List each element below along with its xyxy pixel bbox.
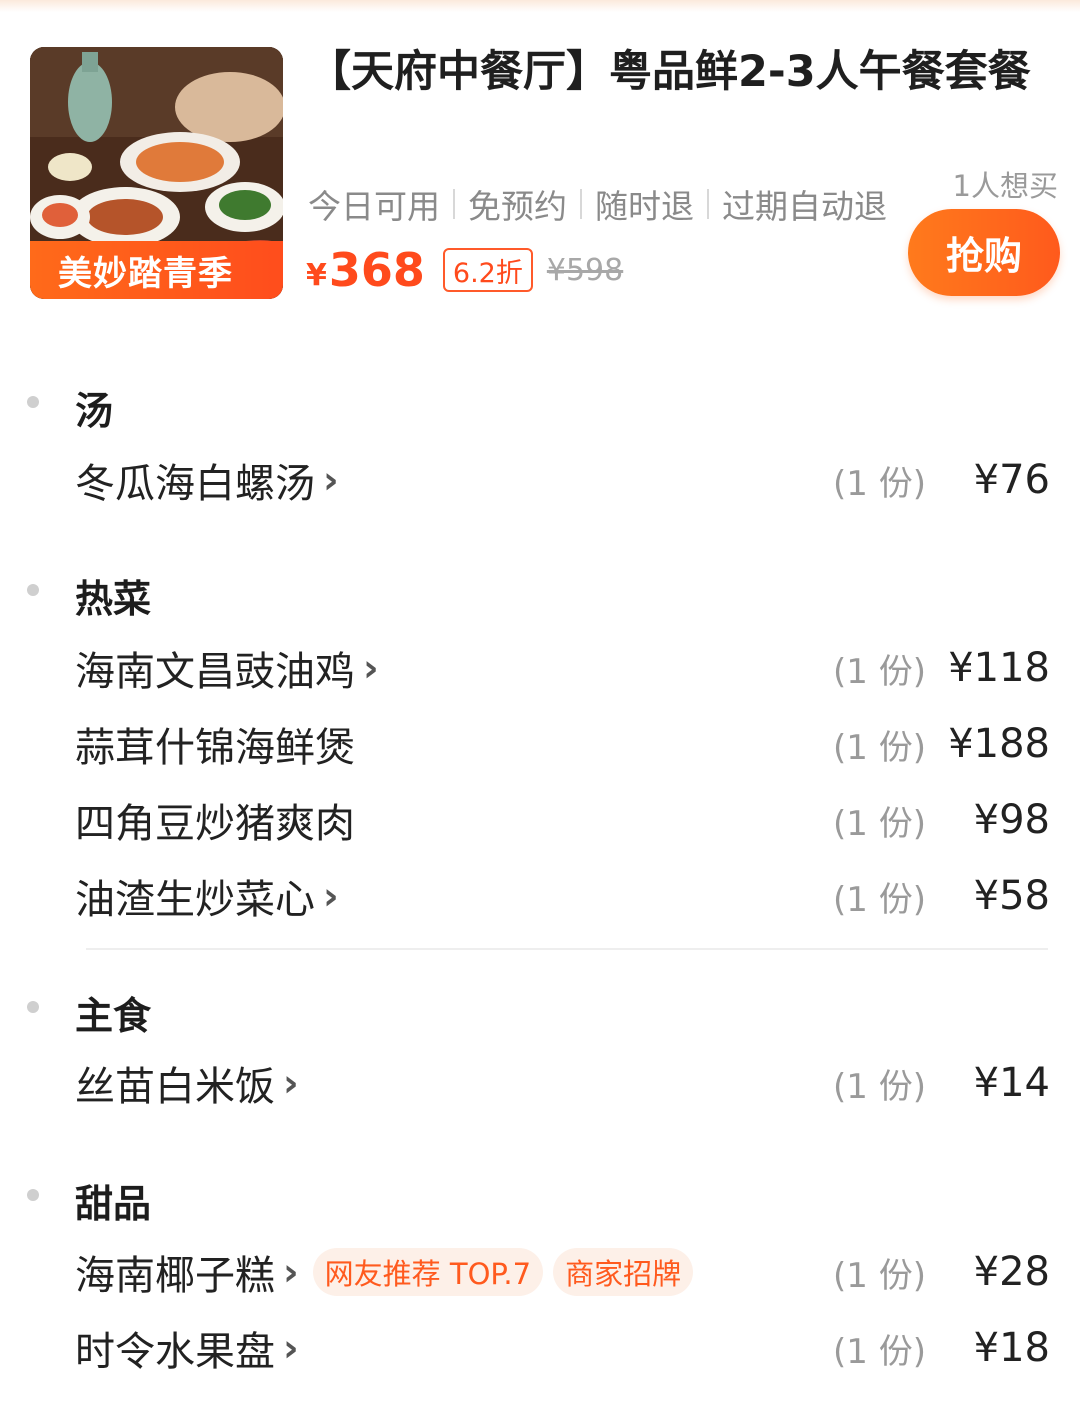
menu-item-qty: (1 份) [833, 727, 926, 768]
menu-item-qty: (1 份) [833, 879, 926, 920]
tag-auto-refund: 过期自动退 [722, 187, 887, 226]
chevron-right-icon: › [283, 1326, 299, 1370]
section-title-soup: 汤 [75, 389, 114, 433]
menu-item-name: 四角豆炒猪爽肉 [75, 801, 355, 847]
discount-badge: 6.2折 [442, 248, 533, 292]
deal-image[interactable]: 美妙踏青季 [30, 47, 283, 299]
menu-item-qty: (1 份) [833, 803, 926, 844]
chevron-right-icon: › [283, 1061, 299, 1105]
menu-item[interactable]: 海南椰子糕 › 网友推荐 TOP.7 商家招牌 (1 份) ¥28 [75, 1242, 1050, 1302]
tag-available-today: 今日可用 [308, 187, 440, 226]
chevron-right-icon: › [323, 458, 339, 502]
menu-item[interactable]: 冬瓜海白螺汤 › (1 份) ¥76 [75, 450, 1050, 510]
menu-item: 四角豆炒猪爽肉 (1 份) ¥98 [75, 790, 1050, 850]
deal-price: 368 [328, 243, 425, 297]
price-row: ¥ 368 6.2折 ¥598 [306, 243, 623, 297]
section-bullet [27, 584, 39, 596]
menu-item-price: ¥188 [948, 721, 1050, 767]
menu-item-name: 海南椰子糕 [75, 1253, 275, 1299]
menu-item-name: 海南文昌豉油鸡 [75, 649, 355, 695]
deal-title[interactable]: 【天府中餐厅】粤品鲜2-3人午餐套餐 [308, 40, 1058, 104]
menu-item-qty: (1 份) [833, 463, 926, 504]
menu-item-name: 冬瓜海白螺汤 [75, 461, 315, 507]
menu-item-name: 油渣生炒菜心 [75, 877, 315, 923]
menu-item-price: ¥14 [973, 1060, 1050, 1106]
menu-item[interactable]: 时令水果盘 › (1 份) ¥18 [75, 1318, 1050, 1378]
menu-item[interactable]: 丝苗白米饭 › (1 份) ¥14 [75, 1053, 1050, 1113]
menu-item-price: ¥76 [973, 457, 1050, 503]
tag-separator [707, 189, 709, 219]
menu-item-name: 蒜茸什锦海鲜煲 [75, 725, 355, 771]
chevron-right-icon: › [283, 1250, 299, 1294]
chevron-right-icon: › [363, 646, 379, 690]
buy-button[interactable]: 抢购 [908, 209, 1060, 296]
section-title-staple: 主食 [75, 994, 152, 1038]
menu-item-name: 时令水果盘 [75, 1329, 275, 1375]
chevron-right-icon: › [323, 874, 339, 918]
original-price: ¥598 [546, 252, 624, 288]
want-count: 1人想买 [952, 169, 1058, 203]
menu-item-qty: (1 份) [833, 1331, 926, 1372]
tag-separator [453, 189, 455, 219]
currency-symbol: ¥ [306, 257, 327, 293]
menu-item-price: ¥28 [973, 1249, 1050, 1295]
menu-item-price: ¥18 [973, 1325, 1050, 1371]
deal-tags: 今日可用 免预约 随时退 过期自动退 [308, 180, 887, 228]
section-title-dessert: 甜品 [75, 1182, 152, 1226]
menu-item[interactable]: 油渣生炒菜心 › (1 份) ¥58 [75, 866, 1050, 926]
menu-item: 蒜茸什锦海鲜煲 (1 份) ¥188 [75, 714, 1050, 774]
menu-item[interactable]: 海南文昌豉油鸡 › (1 份) ¥118 [75, 638, 1050, 698]
menu-item-qty: (1 份) [833, 651, 926, 692]
section-divider [86, 948, 1048, 950]
tag-no-reservation: 免预约 [468, 187, 567, 226]
section-bullet [27, 396, 39, 408]
section-bullet [27, 1189, 39, 1201]
tag-refund-anytime: 随时退 [595, 187, 694, 226]
menu-item-price: ¥118 [948, 645, 1050, 691]
menu-item-name: 丝苗白米饭 [75, 1064, 275, 1110]
menu-item-price: ¥58 [973, 873, 1050, 919]
signature-dish-badge: 商家招牌 [553, 1248, 694, 1296]
netizen-recommend-badge: 网友推荐 TOP.7 [312, 1248, 544, 1296]
image-promo-banner: 美妙踏青季 [30, 241, 283, 299]
section-bullet [27, 1001, 39, 1013]
menu-item-price: ¥98 [973, 797, 1050, 843]
deal-card[interactable]: 美妙踏青季 【天府中餐厅】粤品鲜2-3人午餐套餐 今日可用 免预约 随时退 过期… [0, 0, 1080, 320]
menu-item-qty: (1 份) [833, 1066, 926, 1107]
menu-item-qty: (1 份) [833, 1255, 926, 1296]
section-title-hot-dishes: 热菜 [75, 577, 152, 621]
tag-separator [580, 189, 582, 219]
